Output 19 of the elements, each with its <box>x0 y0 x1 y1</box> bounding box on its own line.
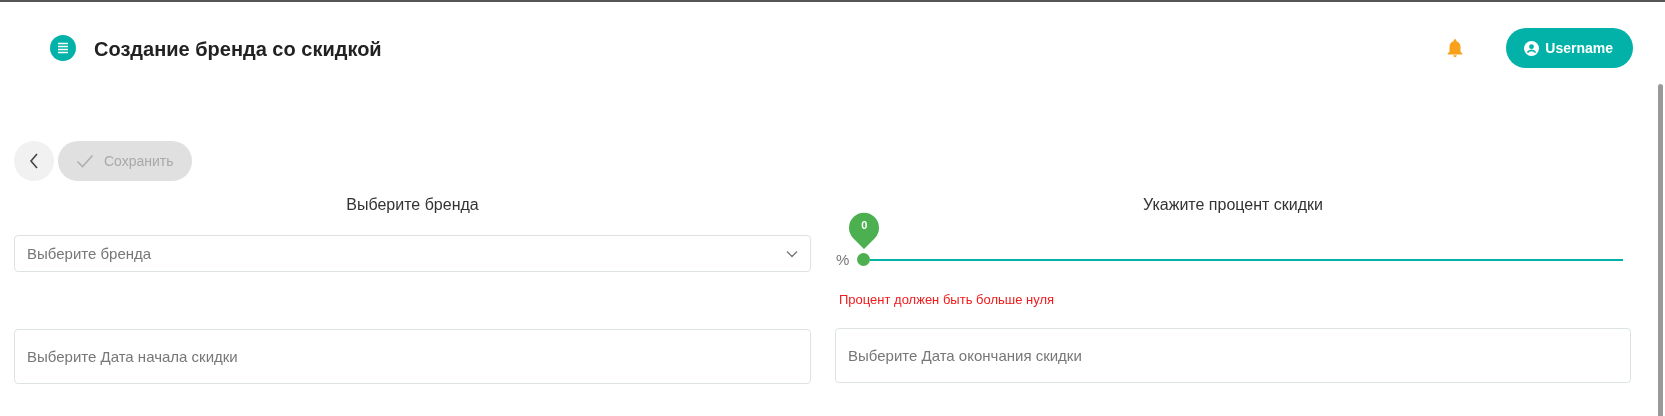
back-icon <box>28 152 40 170</box>
field-label: Выберите бренда <box>345 195 480 215</box>
slider-thumb[interactable] <box>857 252 871 266</box>
brand-select[interactable]: Выберите бренда <box>14 235 811 272</box>
chevron-down-icon <box>786 249 798 258</box>
slider-track[interactable] <box>870 258 1623 261</box>
scrollbar[interactable] <box>1658 84 1663 416</box>
value-tooltip: 0 <box>848 210 881 249</box>
field-label: Укажите процент скидки <box>1142 195 1324 215</box>
unit-label: % <box>836 250 850 268</box>
page-title: Создание бренда со скидкой <box>94 37 383 61</box>
error-message: Процент должен быть больше нуля <box>838 292 1056 309</box>
user-button[interactable]: Username <box>1506 28 1633 68</box>
user-icon <box>1524 40 1540 56</box>
check-icon <box>76 154 94 168</box>
end-date-field[interactable]: Выберите Дата окончания скидки <box>835 328 1631 383</box>
start-date-field[interactable]: Выберите Дата начала скидки <box>14 329 811 384</box>
menu-icon[interactable] <box>50 35 76 61</box>
back-button[interactable] <box>14 141 54 181</box>
